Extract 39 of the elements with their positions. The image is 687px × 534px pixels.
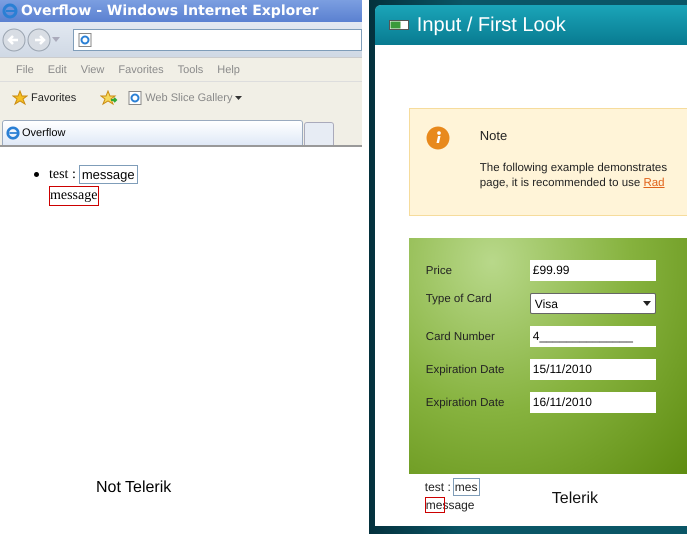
field-label: Expiration Date: [426, 396, 506, 408]
input-field[interactable]: 15/11/2010: [530, 359, 656, 380]
star-icon: [12, 90, 28, 106]
field-label: Type of Card: [426, 293, 493, 305]
bullet-icon: [34, 172, 39, 177]
field-label: Price: [426, 264, 453, 276]
caret-icon: [235, 96, 242, 100]
new-tab-button[interactable]: [304, 122, 334, 145]
note-heading: Note: [480, 128, 508, 143]
browser-logo-icon: [2, 3, 18, 19]
page-icon: [78, 32, 92, 46]
add-favorite-icon[interactable]: [100, 90, 118, 106]
caret-icon: [642, 301, 651, 306]
page-icon: [128, 91, 142, 105]
dropdown-caret-icon[interactable]: [52, 36, 60, 42]
browser-tab[interactable]: Overflow: [2, 120, 303, 145]
caption: Not Telerik: [96, 479, 172, 497]
textbox-icon: [388, 20, 409, 30]
dropdown[interactable]: Visa: [530, 293, 656, 314]
field-label: Expiration Date: [426, 364, 506, 376]
note-text: The following example demonstrates page, it is recommended to use Rad: [480, 161, 668, 191]
address-field[interactable]: [73, 28, 362, 50]
caption: Telerik: [552, 490, 598, 508]
info-icon: [426, 126, 450, 150]
field-label: Card Number: [426, 330, 496, 342]
field-label: test :: [424, 480, 451, 494]
favorites-button[interactable]: Favorites: [12, 90, 76, 106]
input-field[interactable]: 16/11/2010: [530, 392, 656, 413]
input-field[interactable]: 4______________: [530, 326, 656, 347]
page-title: Input / First Look: [416, 14, 566, 36]
browser-logo-icon: [6, 126, 20, 140]
overflow-text: message: [49, 186, 100, 206]
forward-button-icon[interactable]: [27, 28, 51, 52]
field-label: test :: [49, 166, 76, 182]
window-title: Overflow - Windows Internet Explorer: [21, 3, 319, 19]
input-field[interactable]: message: [78, 165, 138, 184]
back-button-icon[interactable]: [2, 28, 26, 52]
input-field[interactable]: mes: [452, 478, 480, 496]
input-field[interactable]: £99.99: [530, 260, 656, 281]
